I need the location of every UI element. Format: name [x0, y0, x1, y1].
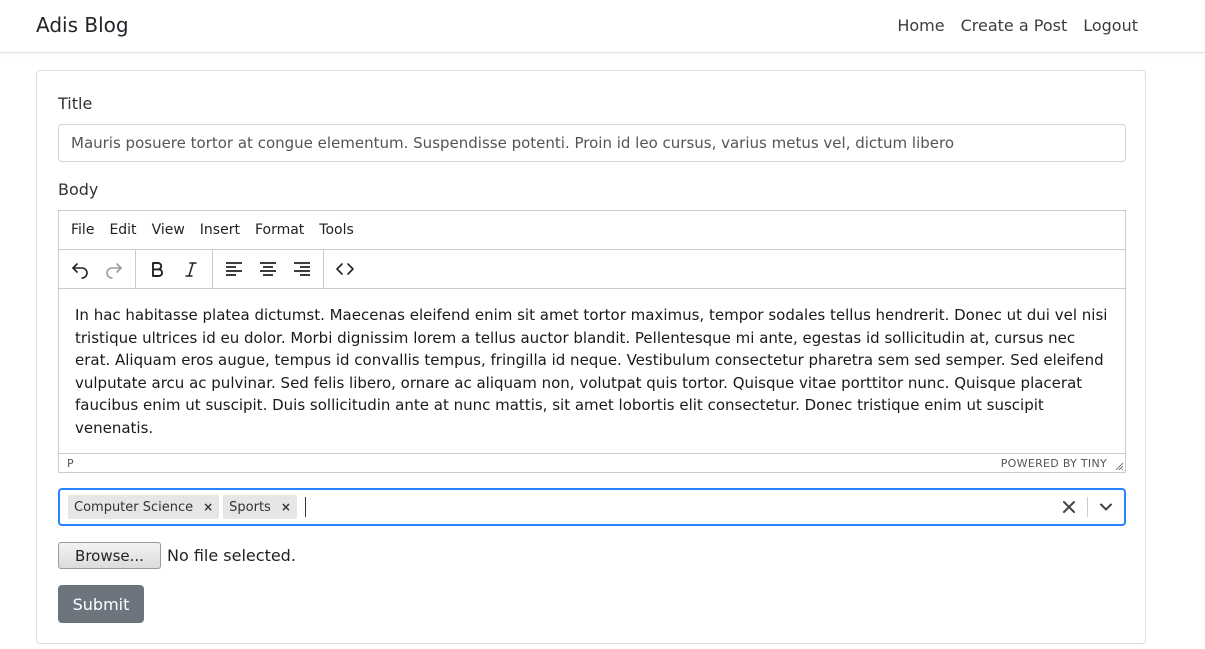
powered-by-link[interactable]: POWERED BY TINY: [1001, 457, 1107, 470]
align-left-button[interactable]: [217, 254, 251, 284]
tag-chip: Sports ×: [223, 495, 297, 519]
element-path[interactable]: P: [67, 457, 74, 470]
menu-view[interactable]: View: [146, 222, 191, 238]
undo-icon: [72, 263, 88, 279]
title-input[interactable]: [58, 124, 1126, 162]
nav-links: Home Create a Post Logout: [897, 16, 1138, 35]
remove-tag-button[interactable]: ×: [275, 495, 297, 519]
nav-link-create-post[interactable]: Create a Post: [961, 16, 1068, 35]
editor-statusbar: P POWERED BY TINY: [59, 453, 1125, 472]
menu-insert[interactable]: Insert: [194, 222, 246, 238]
nav-link-logout[interactable]: Logout: [1083, 16, 1138, 35]
align-center-button[interactable]: [251, 254, 285, 284]
tag-chip-label: Computer Science: [74, 499, 194, 515]
redo-icon: [106, 263, 122, 279]
navbar: Adis Blog Home Create a Post Logout: [0, 0, 1205, 53]
tag-chip: Computer Science ×: [68, 495, 220, 519]
bold-button[interactable]: [140, 254, 174, 284]
bold-icon: [152, 262, 163, 277]
align-center-icon: [260, 262, 276, 276]
close-icon: [1063, 501, 1075, 513]
tag-search-input[interactable]: [305, 495, 1051, 519]
body-label: Body: [58, 180, 99, 199]
undo-button[interactable]: [63, 254, 97, 284]
code-group: [324, 250, 366, 288]
file-status-text: No file selected.: [167, 546, 296, 565]
menu-tools[interactable]: Tools: [313, 222, 360, 238]
file-upload-row: Browse... No file selected.: [58, 542, 296, 569]
menu-file[interactable]: File: [65, 222, 100, 238]
italic-button[interactable]: [174, 254, 208, 284]
post-form-card: Title Body File Edit View Insert Format …: [36, 70, 1146, 644]
source-code-button[interactable]: [328, 254, 362, 284]
clear-tags-button[interactable]: [1051, 490, 1087, 524]
remove-tag-button[interactable]: ×: [197, 495, 219, 519]
align-right-icon: [294, 262, 310, 276]
editor-menubar: File Edit View Insert Format Tools: [59, 211, 1125, 250]
tag-chip-label: Sports: [229, 499, 271, 515]
select-indicators: [1051, 490, 1124, 524]
rich-text-editor: File Edit View Insert Format Tools In ha…: [58, 210, 1126, 473]
align-right-button[interactable]: [285, 254, 319, 284]
dropdown-toggle-button[interactable]: [1088, 490, 1124, 524]
align-group: [213, 250, 324, 288]
history-group: [59, 250, 136, 288]
brand-logo[interactable]: Adis Blog: [36, 13, 129, 37]
menu-format[interactable]: Format: [249, 222, 310, 238]
editor-toolbar: [59, 250, 1125, 289]
chevron-down-icon: [1100, 503, 1112, 511]
code-icon: [336, 263, 354, 275]
tags-multiselect[interactable]: Computer Science × Sports ×: [58, 488, 1126, 526]
resize-handle-icon[interactable]: [1115, 462, 1123, 470]
menu-edit[interactable]: Edit: [103, 222, 142, 238]
redo-button[interactable]: [97, 254, 131, 284]
nav-link-home[interactable]: Home: [897, 16, 944, 35]
format-group: [136, 250, 213, 288]
align-left-icon: [226, 262, 242, 276]
italic-icon: [185, 262, 197, 277]
browse-button[interactable]: Browse...: [58, 542, 161, 569]
editor-content[interactable]: In hac habitasse platea dictumst. Maecen…: [59, 289, 1125, 454]
title-label: Title: [58, 94, 93, 113]
submit-button[interactable]: Submit: [58, 585, 144, 623]
